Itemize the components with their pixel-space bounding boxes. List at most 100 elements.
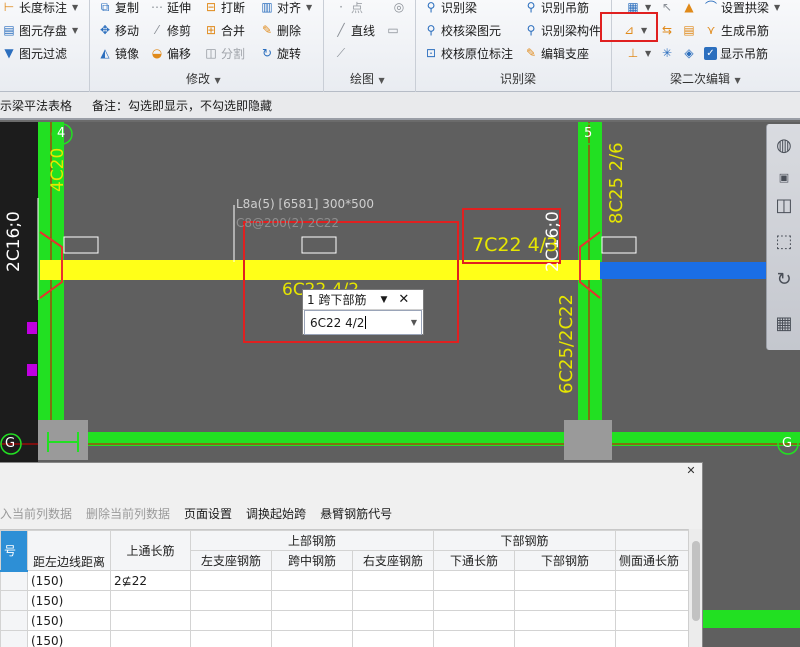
- point-button[interactable]: · 点: [334, 0, 363, 17]
- align-button[interactable]: ▥ 对齐 ▼: [260, 0, 312, 17]
- modify-group-label[interactable]: 修改 ▼: [186, 70, 221, 87]
- insert-column-button[interactable]: 入当前列数据: [0, 505, 72, 522]
- line-button[interactable]: ╱ 直线: [334, 20, 375, 40]
- cube-view-button[interactable]: ⬚: [771, 228, 797, 254]
- span-selector[interactable]: 1 跨下部筋 ▼ ✕: [303, 290, 423, 310]
- table-row[interactable]: (150): [0, 610, 688, 631]
- pointer-tool-button[interactable]: ↖: [660, 0, 674, 17]
- dimension-button[interactable]: ⊢ 长度标注 ▼: [2, 0, 78, 17]
- cantilever-code-button[interactable]: 悬臂钢筋代号: [320, 505, 392, 522]
- line-icon: ╱: [337, 23, 345, 37]
- header-mid-span[interactable]: 跨中钢筋: [271, 550, 353, 571]
- cell-dist[interactable]: (150): [27, 570, 111, 591]
- dropdown-arrow-icon[interactable]: ▼: [411, 318, 417, 327]
- header-left-support[interactable]: 左支座钢筋: [190, 550, 272, 571]
- beam-lower-green: [703, 610, 800, 628]
- extend-button[interactable]: ⋯ 延伸: [150, 0, 191, 17]
- break-button[interactable]: ⊟ 打断: [204, 0, 245, 17]
- cell-dist[interactable]: (150): [27, 590, 111, 611]
- draw-group-label[interactable]: 绘图 ▼: [350, 70, 385, 87]
- orbit-view-button[interactable]: ◍: [771, 132, 797, 158]
- rotate-view-button[interactable]: ↻: [771, 266, 797, 292]
- recognize-beam-component-button[interactable]: ⚲ 识别梁构件: [524, 20, 601, 40]
- split-button[interactable]: ◫ 分割: [204, 43, 245, 63]
- cell-top-long[interactable]: [110, 630, 191, 647]
- header-top-long[interactable]: 上通长筋: [110, 530, 191, 571]
- close-icon[interactable]: ✕: [398, 292, 409, 307]
- generate-hanger-button[interactable]: ⋎ 生成吊筋: [704, 20, 769, 40]
- edit-support-button[interactable]: ✎ 编辑支座: [524, 43, 589, 63]
- cube-icon: ⬚: [775, 230, 793, 252]
- cell-dist[interactable]: (150): [27, 610, 111, 631]
- cell-top-long[interactable]: 2⊈22: [110, 570, 191, 591]
- header-bottom-long[interactable]: 下通长筋: [433, 550, 516, 571]
- close-icon[interactable]: ✕: [684, 464, 698, 478]
- header-side-long[interactable]: 侧面通长筋: [615, 550, 688, 571]
- table-row[interactable]: (150): [0, 590, 688, 611]
- extend-icon: ⋯: [151, 0, 163, 14]
- recognize-group-label: 识别梁: [500, 72, 537, 86]
- checkbox-checked-icon: ✓: [704, 46, 717, 60]
- secondary-group-label[interactable]: 梁二次编辑 ▼: [670, 70, 741, 87]
- check-beam-icon: ⚲: [426, 23, 436, 37]
- move-button[interactable]: ✥ 移动: [98, 20, 139, 40]
- check-beam-element-button[interactable]: ⚲ 校核梁图元: [424, 20, 501, 40]
- filter-icon: ▼: [4, 46, 14, 60]
- canvas-lower-right[interactable]: [703, 462, 800, 647]
- table-tool-button[interactable]: ▤: [682, 20, 696, 40]
- rectangle-button[interactable]: ▭: [386, 20, 400, 40]
- delete-button[interactable]: ✎ 删除: [260, 20, 301, 40]
- rebar-input-field[interactable]: 6C22 4/2 ▼: [304, 310, 422, 335]
- stack-tool-button[interactable]: ▲: [682, 0, 696, 17]
- drawing-canvas[interactable]: 4 5 G G L8a(5) [6581] 300*500 C8@200(2) …: [0, 122, 800, 462]
- set-arch-beam-button[interactable]: ⌒ 设置拱梁 ▼: [704, 0, 780, 17]
- show-beam-table-label[interactable]: 示梁平法表格: [0, 97, 72, 114]
- header-dist[interactable]: 距左边线距离: [27, 530, 111, 571]
- copy-span-button[interactable]: ⇆: [660, 20, 674, 40]
- cell-top-long[interactable]: [110, 590, 191, 611]
- swap-start-span-button[interactable]: 调换起始跨: [246, 505, 306, 522]
- delete-column-button[interactable]: 删除当前列数据: [86, 505, 170, 522]
- table-scrollbar[interactable]: [688, 529, 702, 647]
- save-element-icon: ▤: [3, 23, 15, 37]
- beam-tool-icon: ⊥: [627, 46, 639, 60]
- polyline-button[interactable]: ⟋: [334, 43, 348, 63]
- merge-button[interactable]: ⊞ 合并: [204, 20, 245, 40]
- pointer-icon: ↖: [661, 0, 673, 14]
- offset-button[interactable]: ◒ 偏移: [150, 43, 191, 63]
- circle-draw-button[interactable]: ◎: [392, 0, 406, 17]
- merge-icon: ⊞: [205, 23, 217, 37]
- copy-button[interactable]: ⧉ 复制: [98, 0, 139, 17]
- mirror-button[interactable]: ◭ 镜像: [98, 43, 139, 63]
- recognize-hanger-button[interactable]: ⚲ 识别吊筋: [524, 0, 589, 17]
- header-num[interactable]: 号: [0, 530, 28, 571]
- marker-1: [27, 322, 37, 334]
- star-tool-button[interactable]: ✳: [660, 43, 674, 63]
- element-filter-button[interactable]: ▼ 图元过滤: [2, 43, 67, 63]
- trim-button[interactable]: ⁄ 修剪: [150, 20, 191, 40]
- table-row[interactable]: (150): [0, 630, 688, 647]
- beam-tool-button[interactable]: ⊥ ▼: [626, 43, 651, 63]
- show-hanger-checkbox[interactable]: ✓ 显示吊筋: [704, 43, 768, 63]
- iso-view-button[interactable]: ◫: [771, 192, 797, 218]
- table-row[interactable]: (150) 2⊈22: [0, 569, 688, 591]
- rotate-button[interactable]: ↻ 旋转: [260, 43, 301, 63]
- recognize-beam-button[interactable]: ⚲ 识别梁: [424, 0, 477, 17]
- mirror-icon: ◭: [100, 46, 110, 60]
- page-setup-button[interactable]: 页面设置: [184, 505, 232, 522]
- scrollbar-thumb[interactable]: [692, 541, 700, 621]
- beam-blue: [600, 262, 770, 279]
- header-group-top: 上部钢筋: [189, 530, 435, 551]
- node-tool-button[interactable]: ◈: [682, 43, 696, 63]
- header-bottom[interactable]: 下部钢筋: [514, 550, 617, 571]
- check-inplace-annotation-button[interactable]: ⊡ 校核原位标注: [424, 43, 513, 63]
- cell-top-long[interactable]: [110, 610, 191, 631]
- top-right-rebar-label: 7C22 4/3: [472, 234, 559, 256]
- save-element-button[interactable]: ▤ 图元存盘 ▼: [2, 20, 78, 40]
- cell-dist[interactable]: (150): [27, 630, 111, 647]
- header-right-support[interactable]: 右支座钢筋: [351, 550, 435, 571]
- right-column-top-rebar: 8C25 2/6: [606, 142, 627, 224]
- grid-view-button[interactable]: ▦: [771, 310, 797, 336]
- 3d-view-button[interactable]: ▣: [771, 164, 797, 190]
- header-group-bottom: 下部钢筋: [433, 530, 617, 551]
